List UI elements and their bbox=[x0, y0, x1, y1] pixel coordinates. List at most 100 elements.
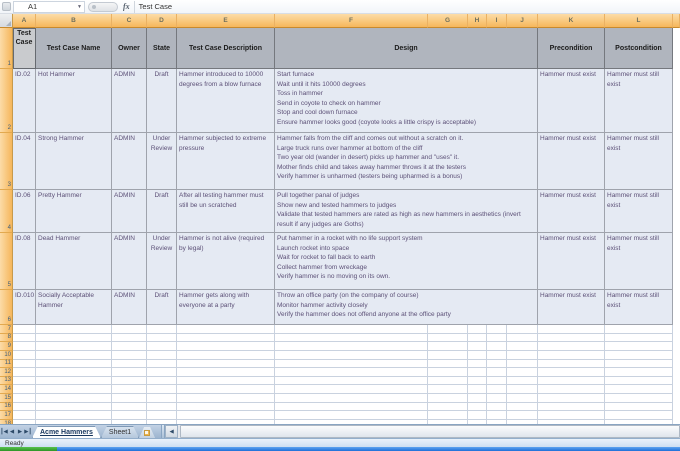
cell-description[interactable]: Hammer subjected to extreme pressure bbox=[177, 133, 275, 190]
cell-K16[interactable] bbox=[538, 402, 605, 412]
cell-J17[interactable] bbox=[507, 411, 538, 420]
cell-B8[interactable] bbox=[36, 333, 112, 343]
cell-E7[interactable] bbox=[177, 325, 275, 334]
column-header-D[interactable]: D bbox=[147, 14, 177, 28]
cell-H12[interactable] bbox=[468, 368, 487, 377]
row-header-6[interactable]: 6 bbox=[0, 290, 13, 325]
cell-id[interactable]: ID.08 bbox=[13, 233, 36, 290]
cell-J12[interactable] bbox=[507, 368, 538, 377]
row-header-12[interactable]: 12 bbox=[0, 368, 13, 377]
cell-owner[interactable]: ADMIN bbox=[112, 290, 147, 325]
cell-design[interactable]: Put hammer in a rocket with no life supp… bbox=[275, 233, 538, 290]
cell-A12[interactable] bbox=[13, 368, 36, 377]
cell-id[interactable]: ID.02 bbox=[13, 69, 36, 133]
cell-precondition[interactable]: Hammer must exist bbox=[538, 69, 605, 133]
cell-I16[interactable] bbox=[487, 402, 507, 412]
cell-F12[interactable] bbox=[275, 368, 428, 377]
column-header-G[interactable]: G bbox=[428, 14, 468, 28]
cell-E13[interactable] bbox=[177, 376, 275, 386]
cell-H17[interactable] bbox=[468, 411, 487, 420]
cell-owner[interactable]: ADMIN bbox=[112, 133, 147, 190]
cell-A10[interactable] bbox=[13, 350, 36, 360]
cell-name[interactable]: Dead Hammer bbox=[36, 233, 112, 290]
cell-D12[interactable] bbox=[147, 368, 177, 377]
cell-F8[interactable] bbox=[275, 333, 428, 343]
column-header-L[interactable]: L bbox=[605, 14, 673, 28]
column-header-B[interactable]: B bbox=[36, 14, 112, 28]
header-postcondition[interactable]: Postcondition bbox=[605, 28, 673, 69]
cell-E12[interactable] bbox=[177, 368, 275, 377]
cell-K13[interactable] bbox=[538, 376, 605, 386]
cell-description[interactable]: Hammer is not alive (required by legal) bbox=[177, 233, 275, 290]
cell-C15[interactable] bbox=[112, 394, 147, 403]
cell-name[interactable]: Pretty Hammer bbox=[36, 190, 112, 233]
cell-state[interactable]: Draft bbox=[147, 190, 177, 233]
cell-H9[interactable] bbox=[468, 342, 487, 351]
cell-B13[interactable] bbox=[36, 376, 112, 386]
cell-C9[interactable] bbox=[112, 342, 147, 351]
header-test-case-name[interactable]: Test Case Name bbox=[36, 28, 112, 69]
cell-A14[interactable] bbox=[13, 385, 36, 394]
cell-E11[interactable] bbox=[177, 359, 275, 369]
cell-I9[interactable] bbox=[487, 342, 507, 351]
row-header-15[interactable]: 15 bbox=[0, 394, 13, 403]
tab-acme-hammers[interactable]: Acme Hammers bbox=[32, 426, 101, 438]
cell-L16[interactable] bbox=[605, 402, 673, 412]
row-header-10[interactable]: 10 bbox=[0, 350, 13, 360]
cell-G15[interactable] bbox=[428, 394, 468, 403]
column-header-J[interactable]: J bbox=[507, 14, 538, 28]
cell-A1[interactable]: Test Case bbox=[13, 28, 36, 69]
cell-C16[interactable] bbox=[112, 402, 147, 412]
name-box-dropdown-icon[interactable]: ▼ bbox=[77, 4, 82, 10]
cell-D9[interactable] bbox=[147, 342, 177, 351]
cell-J15[interactable] bbox=[507, 394, 538, 403]
cell-B11[interactable] bbox=[36, 359, 112, 369]
cell-postcondition[interactable]: Hammer must still exist bbox=[605, 233, 673, 290]
cell-C10[interactable] bbox=[112, 350, 147, 360]
cell-D11[interactable] bbox=[147, 359, 177, 369]
cell-I15[interactable] bbox=[487, 394, 507, 403]
name-box[interactable]: A1 ▼ bbox=[13, 0, 85, 13]
row-header-1[interactable]: 1 bbox=[0, 28, 13, 69]
cell-name[interactable]: Hot Hammer bbox=[36, 69, 112, 133]
cell-G16[interactable] bbox=[428, 402, 468, 412]
row-header-11[interactable]: 11 bbox=[0, 359, 13, 369]
column-header-E[interactable]: E bbox=[177, 14, 275, 28]
cell-K9[interactable] bbox=[538, 342, 605, 351]
select-all-corner[interactable] bbox=[0, 14, 13, 28]
cell-H11[interactable] bbox=[468, 359, 487, 369]
cell-C12[interactable] bbox=[112, 368, 147, 377]
column-header-F[interactable]: F bbox=[275, 14, 428, 28]
cell-B14[interactable] bbox=[36, 385, 112, 394]
cell-J13[interactable] bbox=[507, 376, 538, 386]
cell-name[interactable]: Socially Acceptable Hammer bbox=[36, 290, 112, 325]
cell-C7[interactable] bbox=[112, 325, 147, 334]
insert-worksheet-button[interactable] bbox=[139, 427, 155, 438]
cell-H10[interactable] bbox=[468, 350, 487, 360]
row-header-8[interactable]: 8 bbox=[0, 333, 13, 343]
cell-D17[interactable] bbox=[147, 411, 177, 420]
row-header-16[interactable]: 16 bbox=[0, 402, 13, 412]
cell-I14[interactable] bbox=[487, 385, 507, 394]
cell-precondition[interactable]: Hammer must exist bbox=[538, 290, 605, 325]
cell-B9[interactable] bbox=[36, 342, 112, 351]
cell-E10[interactable] bbox=[177, 350, 275, 360]
cell-F16[interactable] bbox=[275, 402, 428, 412]
horizontal-scrollbar[interactable]: ◀ bbox=[165, 425, 680, 438]
cell-C8[interactable] bbox=[112, 333, 147, 343]
cell-K10[interactable] bbox=[538, 350, 605, 360]
cell-state[interactable]: Under Review bbox=[147, 233, 177, 290]
cell-postcondition[interactable]: Hammer must still exist bbox=[605, 133, 673, 190]
row-header-3[interactable]: 3 bbox=[0, 133, 13, 190]
row-header-17[interactable]: 17 bbox=[0, 411, 13, 420]
cell-H8[interactable] bbox=[468, 333, 487, 343]
cell-H13[interactable] bbox=[468, 376, 487, 386]
formula-input[interactable]: Test Case bbox=[139, 2, 172, 11]
header-design[interactable]: Design bbox=[275, 28, 538, 69]
cell-G14[interactable] bbox=[428, 385, 468, 394]
cell-D10[interactable] bbox=[147, 350, 177, 360]
cell-A13[interactable] bbox=[13, 376, 36, 386]
cell-description[interactable]: After all testing hammer must still be u… bbox=[177, 190, 275, 233]
cell-owner[interactable]: ADMIN bbox=[112, 233, 147, 290]
cell-F11[interactable] bbox=[275, 359, 428, 369]
